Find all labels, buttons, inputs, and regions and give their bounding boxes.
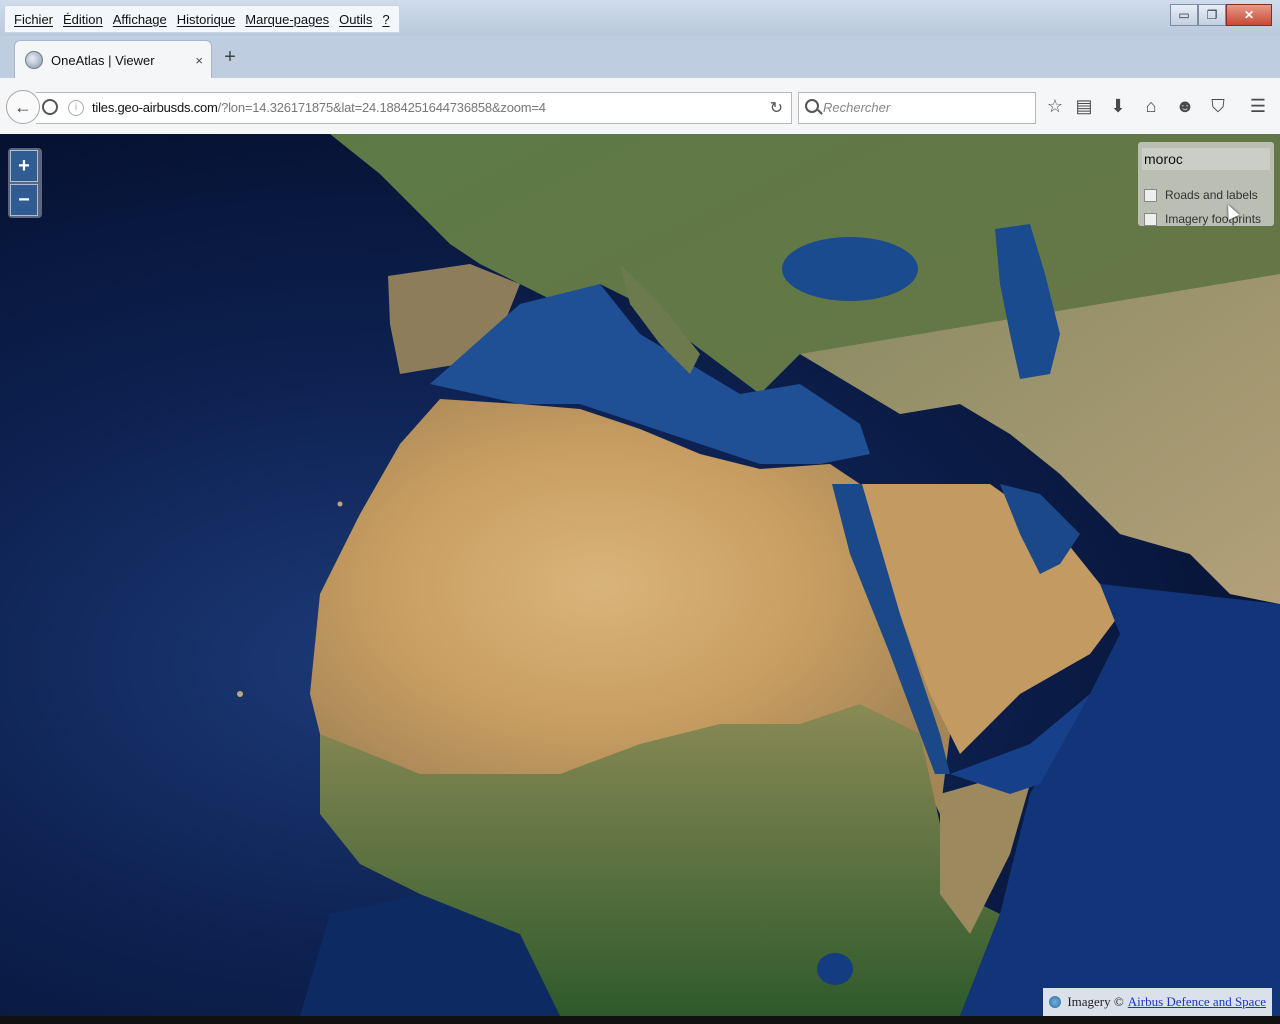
minimize-button[interactable]: ▭ <box>1170 4 1198 26</box>
new-tab-button[interactable]: + <box>220 46 240 69</box>
download-icon[interactable]: ⬇ <box>1106 94 1130 118</box>
menu-view[interactable]: Affichage <box>108 12 172 27</box>
navigation-bar: i tiles.geo-airbusds.com/?lon=14.3261718… <box>0 78 1280 135</box>
window-bottom-edge <box>0 1016 1280 1024</box>
window-controls: ▭ ❐ ✕ <box>1170 4 1272 26</box>
map-imagery <box>237 134 1280 1016</box>
roads-checkbox[interactable] <box>1144 188 1157 202</box>
canary-islands <box>337 501 343 507</box>
zoom-out-button[interactable]: − <box>10 184 38 216</box>
close-tab-icon[interactable]: × <box>195 53 203 68</box>
menu-file[interactable]: Fichier <box>9 12 58 27</box>
black-sea <box>782 237 918 301</box>
close-window-button[interactable]: ✕ <box>1226 4 1272 26</box>
back-button[interactable]: ← <box>6 90 40 124</box>
footprints-checkbox[interactable] <box>1144 212 1157 226</box>
layer-row-footprints[interactable]: Imagery footprints <box>1144 212 1261 226</box>
url-text[interactable]: tiles.geo-airbusds.com/?lon=14.326171875… <box>92 100 546 115</box>
cape-verde-islands <box>237 691 243 697</box>
menu-tools[interactable]: Outils <box>334 12 377 27</box>
bookmark-star-icon[interactable]: ☆ <box>1043 94 1067 118</box>
url-path: /?lon=14.326171875&lat=24.18842516447368… <box>217 100 546 115</box>
zoom-control: + − <box>8 148 42 218</box>
lake-victoria <box>817 953 853 985</box>
tab-oneatlas-viewer[interactable]: OneAtlas | Viewer × <box>14 40 212 79</box>
menu-bar: Fichier Édition Affichage Historique Mar… <box>4 5 400 33</box>
search-icon <box>805 99 819 113</box>
tab-title: OneAtlas | Viewer <box>51 52 155 68</box>
globe-icon <box>1049 996 1062 1008</box>
menu-edit[interactable]: Édition <box>58 12 108 27</box>
search-placeholder: Rechercher <box>823 100 891 115</box>
reload-icon[interactable]: ↻ <box>770 98 783 118</box>
url-bar[interactable]: i tiles.geo-airbusds.com/?lon=14.3261718… <box>36 92 792 124</box>
menu-bookmarks[interactable]: Marque-pages <box>240 12 334 27</box>
reading-list-icon[interactable]: ▤ <box>1072 94 1096 118</box>
attribution-prefix: Imagery © <box>1067 994 1124 1009</box>
back-arrow-icon: ← <box>14 96 32 117</box>
footprints-label: Imagery footprints <box>1165 212 1262 226</box>
globe-favicon-icon <box>25 51 43 69</box>
layer-row-roads[interactable]: Roads and labels <box>1144 188 1258 202</box>
map-attribution: Imagery © Airbus Defence and Space <box>1043 988 1272 1016</box>
site-identity-icon[interactable] <box>42 99 58 115</box>
menu-help[interactable]: ? <box>377 12 394 27</box>
pocket-icon[interactable]: ⛉ <box>1206 94 1230 118</box>
chat-icon[interactable]: ☻ <box>1173 94 1197 118</box>
roads-label: Roads and labels <box>1165 188 1258 202</box>
info-icon[interactable]: i <box>68 100 84 116</box>
url-host: tiles.geo-airbusds.com <box>92 100 218 115</box>
tab-strip: OneAtlas | Viewer × + <box>0 36 1280 79</box>
location-search-input[interactable] <box>1142 148 1270 170</box>
zoom-in-button[interactable]: + <box>10 150 38 182</box>
window-titlebar: Fichier Édition Affichage Historique Mar… <box>0 0 1280 36</box>
search-bar[interactable]: Rechercher <box>798 92 1036 124</box>
satellite-map[interactable]: + − Roads and labels Imagery footprints … <box>0 134 1280 1016</box>
attribution-link[interactable]: Airbus Defence and Space <box>1128 994 1266 1010</box>
menu-history[interactable]: Historique <box>172 12 241 27</box>
maximize-button[interactable]: ❐ <box>1198 4 1226 26</box>
home-icon[interactable]: ⌂ <box>1139 94 1163 118</box>
layer-panel: Roads and labels Imagery footprints <box>1138 142 1274 226</box>
menu-icon[interactable]: ☰ <box>1246 94 1270 118</box>
